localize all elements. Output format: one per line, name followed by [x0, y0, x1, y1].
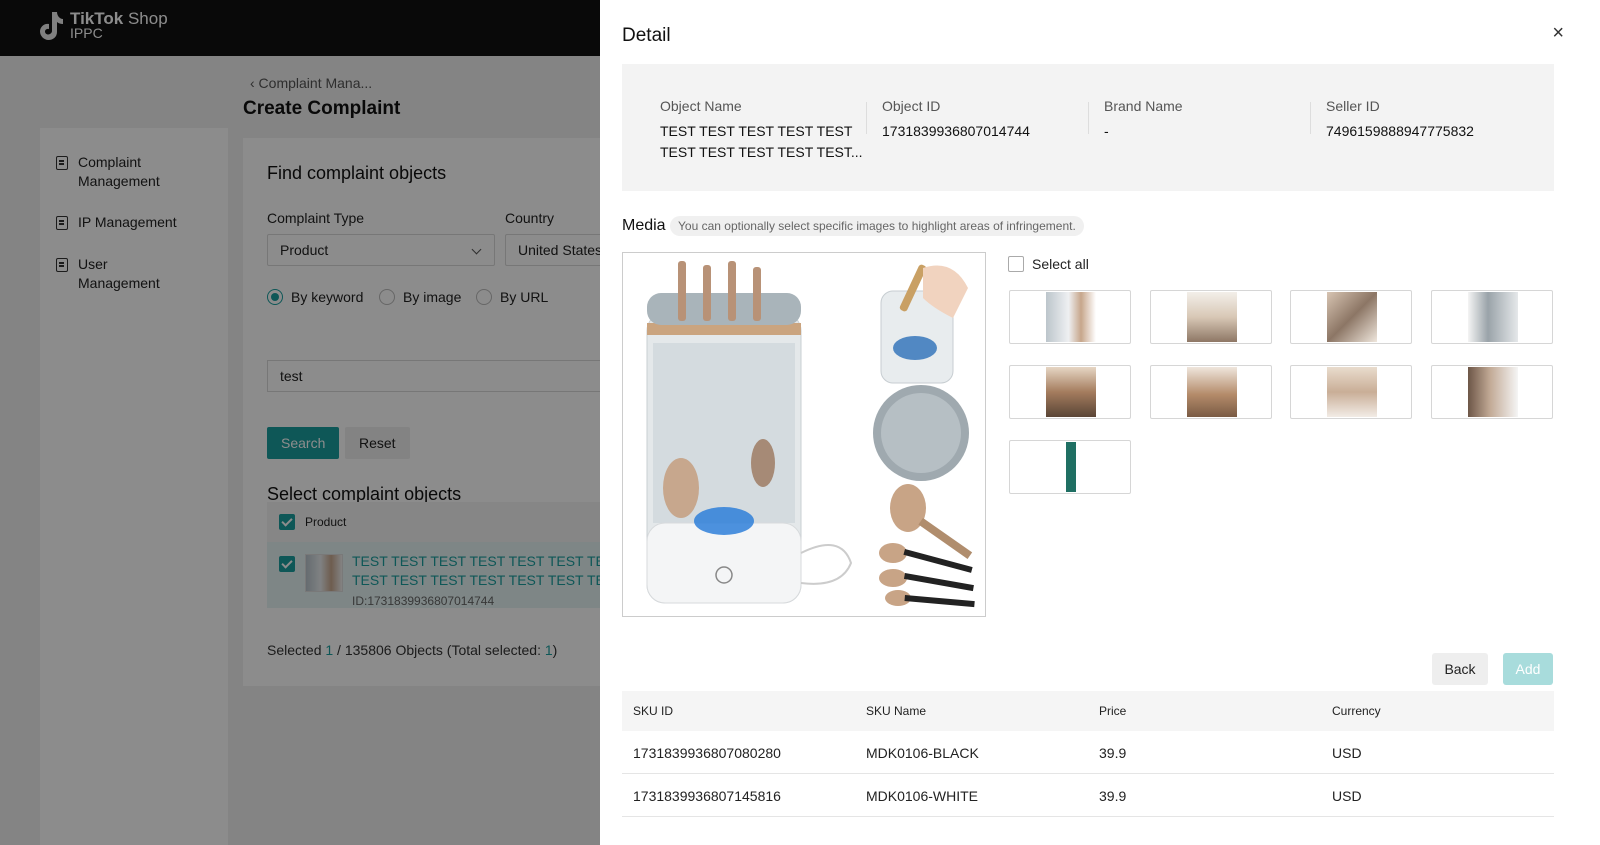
- sku-currency: USD: [1332, 788, 1362, 804]
- object-id-field: Object ID 1731839936807014744: [882, 98, 1030, 142]
- sku-name: MDK0106-WHITE: [866, 788, 979, 804]
- sku-id: 1731839936807080280: [633, 745, 781, 761]
- sku-name: MDK0106-BLACK: [866, 745, 979, 761]
- select-all-checkbox[interactable]: Select all: [1008, 256, 1089, 272]
- detail-drawer: Detail × Object Name TEST TEST TEST TEST…: [600, 0, 1600, 845]
- divider: [1310, 102, 1311, 134]
- seller-field: Seller ID 7496159888947775832: [1326, 98, 1474, 142]
- divider: [1088, 102, 1089, 134]
- column-sku-id: SKU ID: [633, 704, 674, 718]
- media-thumbnail[interactable]: [1009, 440, 1131, 494]
- modal-overlay[interactable]: [0, 0, 600, 845]
- checkbox-icon: [1008, 256, 1024, 272]
- media-thumbnail[interactable]: [1431, 365, 1553, 419]
- media-label: Media: [622, 217, 666, 234]
- add-button[interactable]: Add: [1503, 653, 1553, 685]
- divider: [866, 102, 867, 134]
- table-row: 1731839936807080280 MDK0106-BLACK 39.9 U…: [622, 731, 1554, 774]
- back-button[interactable]: Back: [1432, 653, 1488, 685]
- object-name-field: Object Name TEST TEST TEST TEST TEST TES…: [660, 98, 863, 163]
- column-price: Price: [1099, 704, 1127, 718]
- media-thumbnail[interactable]: [1009, 365, 1131, 419]
- object-id-label: Object ID: [882, 98, 941, 114]
- brand-value: -: [1104, 123, 1109, 139]
- drawer-title: Detail: [622, 25, 671, 46]
- media-hint: You can optionally select specific image…: [670, 216, 1084, 236]
- sku-price: 39.9: [1099, 745, 1127, 761]
- table-row: 1731839936807145816 MDK0106-WHITE 39.9 U…: [622, 774, 1554, 817]
- object-name-line2: TEST TEST TEST TEST TEST...: [660, 144, 863, 160]
- object-info-panel: Object Name TEST TEST TEST TEST TEST TES…: [622, 64, 1554, 191]
- main-product-image: [622, 252, 986, 617]
- sku-currency: USD: [1332, 745, 1362, 761]
- media-thumbnail[interactable]: [1009, 290, 1131, 344]
- brand-field: Brand Name -: [1104, 98, 1183, 142]
- media-thumbnail[interactable]: [1150, 290, 1272, 344]
- media-thumbnail[interactable]: [1150, 365, 1272, 419]
- object-id-value: 1731839936807014744: [882, 123, 1030, 139]
- sku-price: 39.9: [1099, 788, 1127, 804]
- media-thumbnail[interactable]: [1431, 290, 1553, 344]
- brand-label: Brand Name: [1104, 98, 1183, 114]
- object-name-value: TEST TEST TEST TEST TEST TEST TEST TEST …: [660, 121, 863, 163]
- media-thumbnail[interactable]: [1290, 365, 1412, 419]
- sku-table-header: SKU ID SKU Name Price Currency: [622, 691, 1554, 731]
- column-currency: Currency: [1332, 704, 1381, 718]
- close-icon[interactable]: ×: [1552, 22, 1564, 45]
- media-thumbnail[interactable]: [1290, 290, 1412, 344]
- object-name-label: Object Name: [660, 98, 742, 114]
- column-sku-name: SKU Name: [866, 704, 927, 718]
- sku-id: 1731839936807145816: [633, 788, 781, 804]
- seller-label: Seller ID: [1326, 98, 1380, 114]
- seller-value: 7496159888947775832: [1326, 123, 1474, 139]
- object-name-line1: TEST TEST TEST TEST TEST: [660, 123, 853, 139]
- select-all-label: Select all: [1032, 256, 1089, 272]
